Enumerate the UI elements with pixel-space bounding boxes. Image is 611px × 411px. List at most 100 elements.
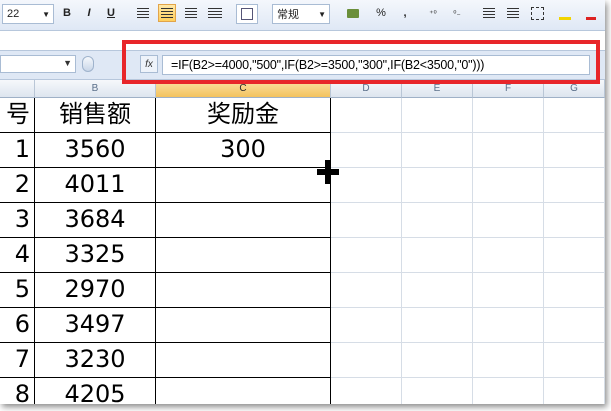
table-cell[interactable] (156, 378, 331, 404)
underline-button[interactable]: U (102, 4, 120, 22)
grid-cell[interactable] (331, 203, 402, 238)
comma-button[interactable]: , (396, 4, 414, 22)
grid-cell[interactable] (544, 308, 605, 343)
table-cell[interactable]: 4 (0, 238, 35, 273)
grid-cell[interactable] (473, 238, 544, 273)
table-cell[interactable]: 3684 (35, 203, 156, 238)
table-cell[interactable] (156, 343, 331, 378)
grid-cell[interactable] (544, 203, 605, 238)
grid-cell[interactable] (544, 133, 605, 168)
fill-color-icon (559, 6, 571, 20)
formula-highlight-box (122, 40, 600, 84)
table-cell[interactable]: 1 (0, 133, 35, 168)
align-center-button[interactable] (158, 4, 176, 22)
grid-cell[interactable] (331, 273, 402, 308)
grid-cell[interactable] (402, 168, 473, 203)
align-right-button[interactable] (182, 4, 200, 22)
table-cell[interactable]: 8 (0, 378, 35, 404)
table-header-cell[interactable]: 奖励金 (156, 98, 331, 133)
table-cell[interactable] (156, 168, 331, 203)
table-header-cell[interactable]: 号 (0, 98, 35, 133)
table-cell[interactable] (156, 203, 331, 238)
table-cell[interactable]: 7 (0, 343, 35, 378)
table-cell[interactable]: 3325 (35, 238, 156, 273)
chevron-down-icon: ▼ (42, 9, 50, 19)
grid-cell[interactable] (544, 98, 605, 133)
underline-icon: U (107, 7, 115, 19)
decrease-decimal-icon: ⁰₋ (453, 8, 461, 18)
table-cell[interactable] (156, 238, 331, 273)
currency-icon (347, 8, 359, 18)
borders-icon (530, 6, 544, 20)
table-cell[interactable]: 5 (0, 273, 35, 308)
table-cell[interactable] (156, 273, 331, 308)
table-cell[interactable]: 3230 (35, 343, 156, 378)
formula-bar-resize-handle[interactable] (82, 56, 94, 72)
table-cell[interactable]: 3 (0, 203, 35, 238)
grid-cell[interactable] (331, 343, 402, 378)
grid-cell[interactable] (473, 308, 544, 343)
align-left-icon (137, 8, 149, 18)
format-painter-button[interactable] (236, 4, 258, 24)
grid-cell[interactable] (473, 203, 544, 238)
table-cell[interactable]: 4205 (35, 378, 156, 404)
italic-button[interactable]: I (80, 4, 98, 22)
grid-cell[interactable] (473, 168, 544, 203)
grid-cell[interactable] (544, 343, 605, 378)
table-cell[interactable]: 3560 (35, 133, 156, 168)
increase-decimal-button[interactable]: ⁺⁰ (424, 4, 442, 22)
table-cell[interactable] (156, 308, 331, 343)
grid-cell[interactable] (402, 343, 473, 378)
spreadsheet-window: 22 ▼ B I U 常规 ▼ % , ⁺⁰ ⁰₋ ▼ fx =IF(B2>=4… (0, 0, 605, 404)
column-header-a[interactable] (0, 80, 35, 98)
align-right-icon (185, 8, 197, 18)
align-left-button[interactable] (134, 4, 152, 22)
grid-cell[interactable] (473, 133, 544, 168)
grid-cell[interactable] (402, 378, 473, 404)
font-size-select[interactable]: 22 ▼ (2, 4, 54, 24)
number-format-value: 常规 (277, 9, 299, 21)
grid-cell[interactable] (331, 378, 402, 404)
grid-cell[interactable] (331, 98, 402, 133)
font-color-button[interactable] (582, 4, 600, 22)
fill-color-button[interactable] (556, 4, 574, 22)
grid-cell[interactable] (544, 168, 605, 203)
grid-cell[interactable] (544, 378, 605, 404)
indent-button[interactable] (480, 4, 498, 22)
number-format-select[interactable]: 常规 ▼ (272, 4, 330, 24)
decrease-decimal-button[interactable]: ⁰₋ (448, 4, 466, 22)
grid-cell[interactable] (402, 273, 473, 308)
grid-cell[interactable] (544, 238, 605, 273)
grid-cell[interactable] (473, 378, 544, 404)
grid-cell[interactable] (402, 98, 473, 133)
grid-cell[interactable] (331, 168, 402, 203)
outdent-button[interactable] (504, 4, 522, 22)
table-cell[interactable]: 4011 (35, 168, 156, 203)
increase-decimal-icon: ⁺⁰ (429, 8, 437, 18)
table-header-cell[interactable]: 销售额 (35, 98, 156, 133)
grid-cell[interactable] (331, 238, 402, 273)
name-box[interactable]: ▼ (0, 55, 76, 73)
merge-cells-button[interactable] (206, 4, 224, 22)
table-cell[interactable]: 6 (0, 308, 35, 343)
grid-cell[interactable] (402, 308, 473, 343)
table-cell[interactable]: 2 (0, 168, 35, 203)
currency-button[interactable] (344, 4, 362, 22)
table-cell[interactable]: 2970 (35, 273, 156, 308)
table-cell[interactable]: 3497 (35, 308, 156, 343)
grid-cell[interactable] (402, 203, 473, 238)
percent-button[interactable]: % (372, 4, 390, 22)
format-icon (241, 8, 253, 20)
grid-cell[interactable] (473, 273, 544, 308)
bold-button[interactable]: B (58, 4, 76, 22)
grid-cell[interactable] (473, 98, 544, 133)
table-cell[interactable]: 300 (156, 133, 331, 168)
grid-cell[interactable] (331, 308, 402, 343)
grid-cell[interactable] (331, 133, 402, 168)
comma-icon: , (403, 7, 407, 19)
grid-cell[interactable] (544, 273, 605, 308)
grid-cell[interactable] (402, 133, 473, 168)
grid-cell[interactable] (402, 238, 473, 273)
grid-cell[interactable] (473, 343, 544, 378)
borders-button[interactable] (528, 4, 546, 22)
